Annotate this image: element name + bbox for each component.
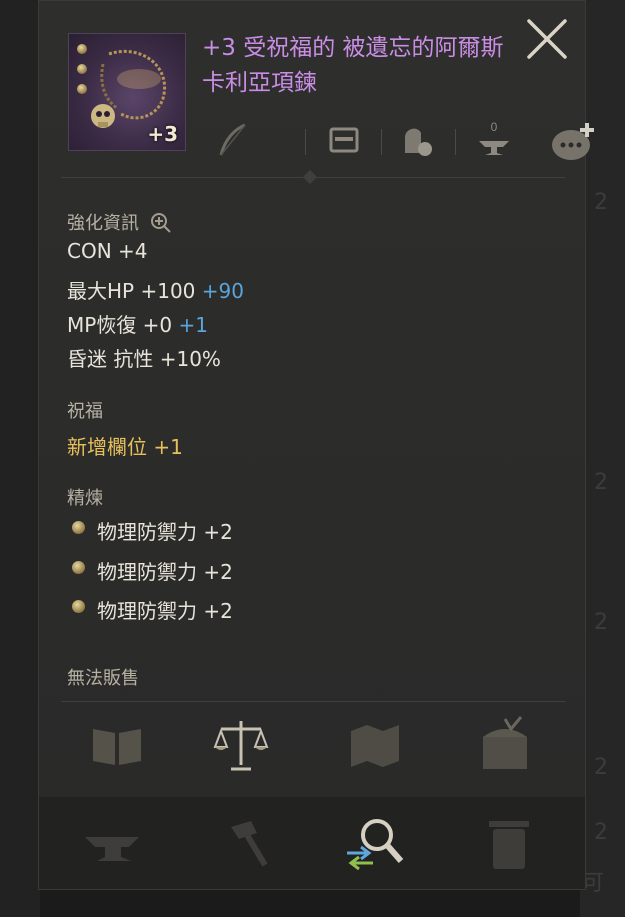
refine-gem-icon (72, 600, 85, 613)
svg-text:0: 0 (491, 120, 498, 134)
card-icon (329, 127, 359, 153)
map-button[interactable] (345, 713, 405, 775)
bow-button[interactable] (211, 119, 253, 161)
chest-button[interactable] (475, 713, 535, 775)
blessing-bonus: +1 (153, 435, 183, 459)
chat-add-button[interactable] (549, 119, 599, 163)
card-button[interactable] (323, 119, 365, 161)
refine-line: 物理防禦力 +2 (97, 560, 233, 584)
stat-text: CON +4 (67, 239, 148, 263)
divider-ornament (302, 169, 318, 185)
trash-button[interactable] (477, 811, 541, 875)
map-icon (351, 725, 399, 767)
bottom-toolbar (39, 797, 585, 889)
refine-gem-icon (72, 521, 85, 534)
action-separator (381, 129, 382, 155)
anvil-icon (85, 837, 139, 861)
magnifier-swap-button[interactable] (343, 811, 407, 875)
stat-line: 昏迷 抗性 +10% (67, 343, 221, 372)
seal-bag-button[interactable] (395, 119, 437, 161)
chat-add-icon (552, 123, 594, 160)
action-separator (305, 129, 306, 155)
footer-divider (61, 701, 565, 702)
refine-gem-icon (72, 561, 85, 574)
action-separator (455, 129, 456, 155)
stat-text: 昏迷 抗性 +10% (67, 347, 221, 371)
stat-line: MP恢復 +0 +1 (67, 309, 208, 338)
stat-bonus: +90 (201, 279, 244, 303)
background-glyph: 2 (594, 755, 608, 780)
item-tooltip-panel: +3 +3 受祝福的 被遺忘的阿爾斯卡利亞項鍊 0 強化資訊 CON +4 最大… (38, 0, 594, 890)
section-label-blessing: 祝福 (67, 401, 103, 422)
necklace-item-icon: +3 (68, 33, 186, 151)
book-icon (93, 729, 141, 765)
background-glyph: 2 (594, 470, 608, 495)
blessing-line: 新增欄位 +1 (67, 431, 183, 460)
background-glyph: 2 (594, 610, 608, 635)
hammer-button[interactable] (217, 811, 281, 875)
anvil-icon: 0 (479, 120, 509, 155)
scales-button[interactable] (211, 713, 271, 775)
hammer-icon (231, 821, 268, 867)
bow-icon (219, 123, 246, 156)
background-glyph: 2 (594, 820, 608, 845)
stat-bonus: +1 (178, 313, 208, 337)
section-label-text: 強化資訊 (67, 213, 139, 234)
stat-line: 最大HP +100 +90 (67, 275, 244, 304)
magnifier-swap-icon (347, 819, 404, 871)
section-label-enhance: 強化資訊 (67, 209, 173, 235)
stat-text: 最大HP +100 (67, 279, 196, 303)
zoom-in-icon[interactable] (149, 211, 173, 233)
book-button[interactable] (87, 713, 147, 775)
trash-icon (489, 821, 529, 869)
stat-line: CON +4 (67, 239, 148, 263)
anvil-button[interactable] (81, 811, 145, 875)
enhance-level-badge: +3 (147, 122, 178, 146)
scales-icon (213, 721, 269, 771)
stat-text: MP恢復 +0 (67, 313, 173, 337)
section-label-refine: 精煉 (67, 488, 103, 509)
background-left (0, 0, 40, 917)
close-button[interactable] (523, 15, 571, 63)
chest-icon (483, 716, 527, 769)
item-action-row: 0 (211, 119, 594, 163)
blessing-text: 新增欄位 (67, 435, 147, 459)
anvil-count-button[interactable]: 0 (473, 119, 515, 161)
refine-line: 物理防禦力 +2 (97, 599, 233, 623)
background-glyph: 2 (594, 190, 608, 215)
seal-bag-icon (405, 128, 432, 156)
close-icon (527, 19, 567, 59)
refine-line: 物理防禦力 +2 (97, 520, 233, 544)
unsellable-label: 無法販售 (67, 668, 139, 689)
item-title: +3 受祝福的 被遺忘的阿爾斯卡利亞項鍊 (202, 35, 504, 96)
